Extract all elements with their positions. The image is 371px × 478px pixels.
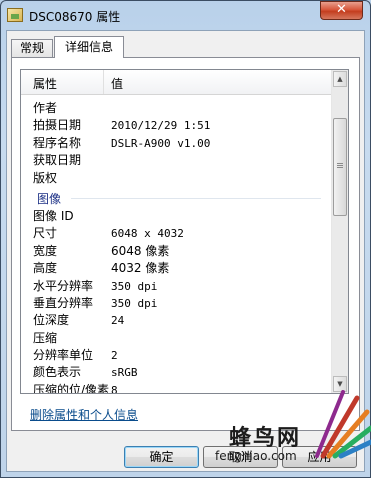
group-label: 图像 [37,191,62,206]
property-value: 8 [111,383,118,394]
property-value: 350 dpi [111,279,158,293]
list-item[interactable]: 压缩 [21,330,333,347]
title-bar[interactable]: DSC08670 属性 ✕ [0,0,371,30]
property-value: DSLR-A900 v1.00 [111,136,211,150]
property-value: 6048 像素 [111,243,170,258]
property-name: 垂直分辨率 [33,295,94,310]
group-divider [71,197,321,199]
tab-general[interactable]: 常规 [11,39,53,58]
property-name: 版权 [33,170,58,185]
property-name: 图像 ID [33,208,74,223]
property-name: 位深度 [33,313,70,328]
property-value: 24 [111,314,125,328]
scroll-down-arrow-icon[interactable]: ▼ [333,376,347,392]
ok-button[interactable]: 确定 [124,446,199,468]
property-value: sRGB [111,366,138,380]
list-header: 属性 值 [21,70,333,95]
property-value: 2 [111,349,118,363]
property-name: 水平分辨率 [33,278,94,293]
list-item[interactable]: 图像 ID [21,208,333,225]
column-divider[interactable] [103,70,104,94]
property-name: 宽度 [33,243,58,258]
window-title: DSC08670 属性 [29,10,121,24]
close-button[interactable]: ✕ [320,1,363,20]
list-item[interactable]: 拍摄日期 2010/12/29 1:51 [21,117,333,134]
property-name: 颜色表示 [33,365,82,380]
property-name: 压缩的位/像素 [33,382,110,394]
property-name: 作者 [33,101,58,115]
group-header-image: 图像 [21,187,333,208]
list-item[interactable]: 宽度 6048 像素 [21,243,333,260]
dialog-client-area: 常规 详细信息 属性 值 作者 拍摄日期 2010/12/29 1:51 程序名称… [6,30,365,472]
vertical-scrollbar[interactable]: ▲ ▼ [331,70,348,393]
property-rows: 作者 拍摄日期 2010/12/29 1:51 程序名称 DSLR-A900 v1.… [21,100,333,394]
list-item[interactable]: 位深度 24 [21,312,333,329]
list-item[interactable]: 获取日期 [21,152,333,169]
list-item[interactable]: 作者 [21,100,333,117]
list-item[interactable]: 水平分辨率 350 dpi [21,278,333,295]
property-name: 高度 [33,261,58,276]
apply-button[interactable]: 应用 [282,446,357,468]
list-item[interactable]: 垂直分辨率 350 dpi [21,295,333,312]
column-header-value[interactable]: 值 [111,75,123,92]
column-header-property[interactable]: 属性 [33,75,57,92]
details-tab-panel: 属性 值 作者 拍摄日期 2010/12/29 1:51 程序名称 DSLR-A90… [11,57,360,431]
property-value: 4032 像素 [111,261,170,276]
cancel-button[interactable]: 取消 [203,446,278,468]
properties-list[interactable]: 属性 值 作者 拍摄日期 2010/12/29 1:51 程序名称 DSLR-A90… [20,69,349,394]
tab-details[interactable]: 详细信息 [54,36,124,58]
list-item[interactable]: 尺寸 6048 x 4032 [21,225,333,242]
property-name: 分辨率单位 [33,348,94,363]
list-item[interactable]: 程序名称 DSLR-A900 v1.00 [21,135,333,152]
list-item[interactable]: 颜色表示 sRGB [21,364,333,381]
scroll-up-arrow-icon[interactable]: ▲ [333,71,347,87]
property-name: 拍摄日期 [33,118,82,133]
list-item[interactable]: 分辨率单位 2 [21,347,333,364]
list-item[interactable]: 版权 [21,170,333,187]
remove-properties-link[interactable]: 删除属性和个人信息 [30,406,138,423]
scrollbar-thumb[interactable] [333,118,347,216]
property-name: 尺寸 [33,226,58,241]
list-item[interactable]: 高度 4032 像素 [21,260,333,277]
image-file-icon [7,8,23,22]
property-value: 6048 x 4032 [111,227,184,241]
property-value: 2010/12/29 1:51 [111,119,211,133]
property-name: 程序名称 [33,135,82,150]
list-item[interactable]: 压缩的位/像素 8 [21,382,333,394]
property-name: 获取日期 [33,153,82,168]
property-name: 压缩 [33,330,58,345]
property-value: 350 dpi [111,296,158,310]
